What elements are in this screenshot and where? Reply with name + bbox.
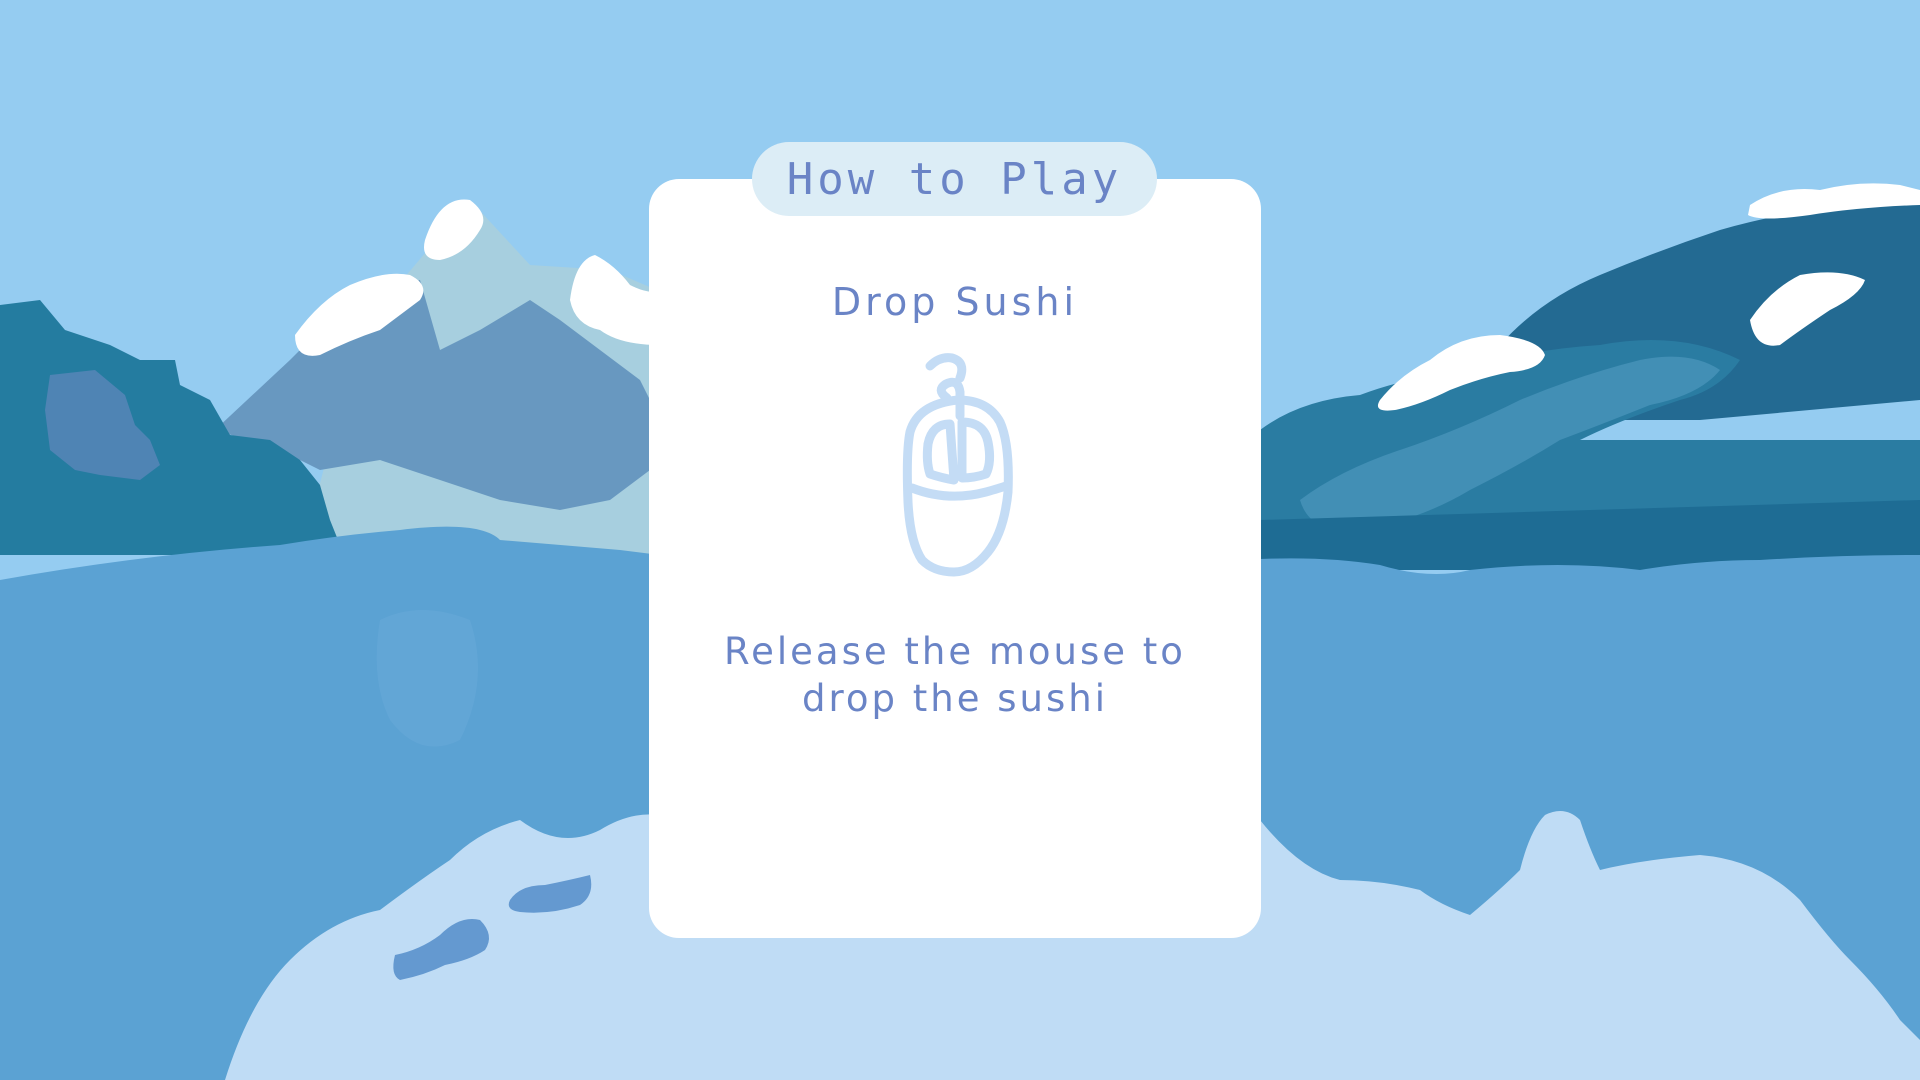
instruction-line: drop the sushi (802, 677, 1108, 720)
how-to-play-title-pill: How to Play (752, 142, 1157, 216)
instruction-line: Release the mouse to (724, 630, 1186, 673)
instruction-title: Drop Sushi (831, 280, 1079, 324)
how-to-play-title: How to Play (786, 153, 1123, 205)
instruction-body: Release the mouse to drop the sushi (649, 628, 1261, 722)
mouse-icon (902, 353, 1013, 577)
